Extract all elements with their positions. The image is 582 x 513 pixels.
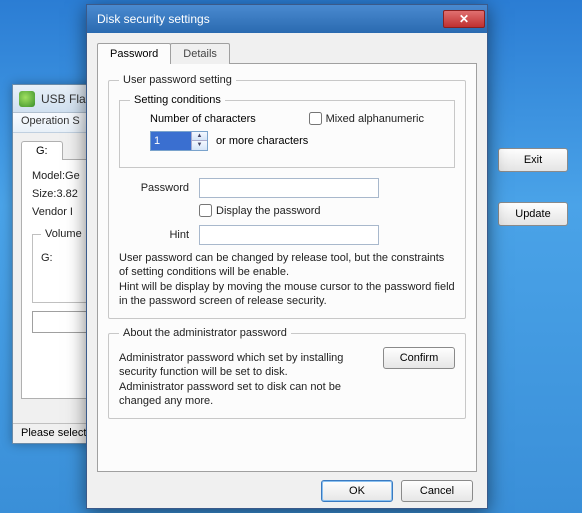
password-input[interactable] <box>199 178 379 198</box>
display-password-label: Display the password <box>216 205 321 217</box>
num-chars-label: Number of characters <box>150 113 256 125</box>
bg-drive-tab[interactable]: G: <box>21 141 63 160</box>
dialog-close-button[interactable]: ✕ <box>443 10 485 28</box>
hint-input[interactable] <box>199 225 379 245</box>
dialog-titlebar: Disk security settings ✕ <box>87 5 487 33</box>
mixed-alphanumeric-checkbox[interactable]: Mixed alphanumeric <box>309 112 424 125</box>
display-password-checkbox[interactable]: Display the password <box>199 204 321 217</box>
password-label: Password <box>119 182 189 194</box>
update-button[interactable]: Update <box>498 202 568 226</box>
spin-down-icon[interactable]: ▼ <box>191 141 207 150</box>
setting-conditions-group: Setting conditions Number of characters … <box>119 94 455 168</box>
ok-button[interactable]: OK <box>321 480 393 502</box>
mixed-alphanumeric-label: Mixed alphanumeric <box>326 113 424 125</box>
cancel-button[interactable]: Cancel <box>401 480 473 502</box>
mixed-alphanumeric-input[interactable] <box>309 112 322 125</box>
admin-password-legend: About the administrator password <box>119 327 291 339</box>
user-password-legend: User password setting <box>119 74 236 86</box>
confirm-button[interactable]: Confirm <box>383 347 455 369</box>
close-icon: ✕ <box>459 12 469 26</box>
hint-label: Hint <box>119 229 189 241</box>
user-password-group: User password setting Setting conditions… <box>108 74 466 319</box>
num-chars-input[interactable] <box>151 132 191 150</box>
tab-details[interactable]: Details <box>170 43 230 64</box>
disk-security-dialog: Disk security settings ✕ Password Detail… <box>86 4 488 509</box>
bg-volume-legend: Volume <box>41 228 86 240</box>
tab-panel: User password setting Setting conditions… <box>97 63 477 472</box>
spin-up-icon[interactable]: ▲ <box>191 132 207 141</box>
usb-app-icon <box>19 91 35 107</box>
tab-password[interactable]: Password <box>97 43 171 64</box>
or-more-label: or more characters <box>216 135 308 147</box>
setting-conditions-legend: Setting conditions <box>130 94 225 106</box>
num-chars-spinner[interactable]: ▲ ▼ <box>150 131 208 151</box>
user-password-note: User password can be changed by release … <box>119 251 455 308</box>
exit-button[interactable]: Exit <box>498 148 568 172</box>
admin-password-note: Administrator password which set by inst… <box>119 351 373 408</box>
admin-password-group: About the administrator password Adminis… <box>108 327 466 419</box>
dialog-title: Disk security settings <box>97 12 210 26</box>
display-password-input[interactable] <box>199 204 212 217</box>
